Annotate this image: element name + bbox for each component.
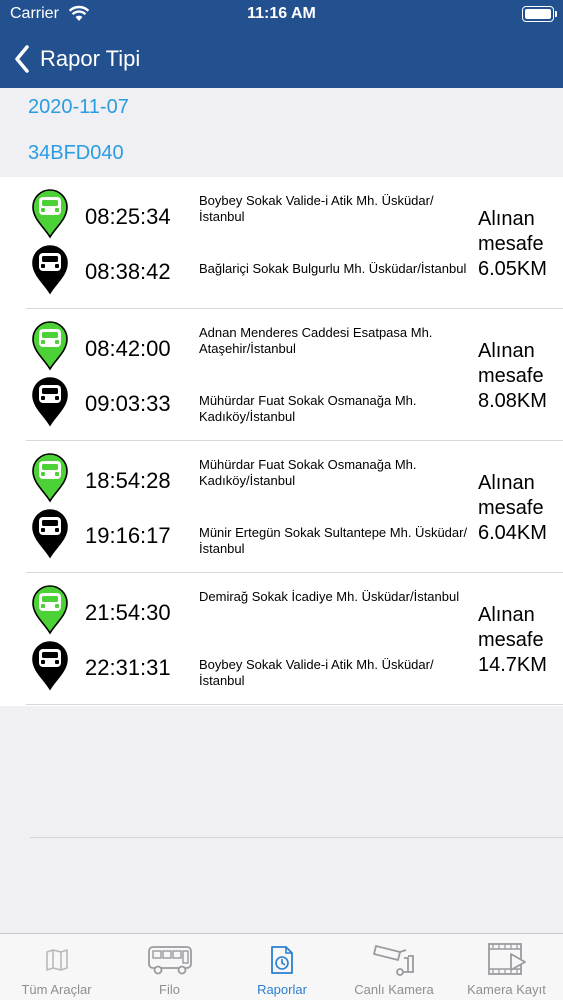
end-address: Bağlariçi Sokak Bulgurlu Mh. Üsküdar/İst… (199, 261, 467, 276)
end-time: 19:16:17 (85, 523, 171, 548)
chevron-left-icon (15, 45, 29, 73)
start-time: 08:42:00 (85, 336, 171, 361)
tab-kamera-kayit[interactable]: Kamera Kayıt (450, 934, 563, 1000)
start-time: 18:54:28 (85, 468, 171, 493)
tab-label: Kamera Kayıt (467, 982, 546, 997)
car-pin-black-icon (32, 509, 68, 559)
start-location-pin-icon (30, 189, 70, 239)
status-bar: Carrier 11:16 AM (0, 0, 563, 30)
battery-icon (522, 6, 557, 22)
end-location-pin-icon (30, 509, 70, 559)
page-title: Rapor Tipi (40, 46, 141, 71)
end-location-pin-icon (30, 641, 70, 691)
distance-label: Alınan mesafe (478, 208, 544, 255)
tab-canli-kamera[interactable]: Canlı Kamera (338, 934, 450, 1000)
distance-block: Alınan mesafe 6.05KM (478, 207, 563, 282)
car-pin-green-icon (32, 189, 68, 239)
tab-label: Canlı Kamera (354, 982, 434, 997)
trip-row[interactable]: 08:25:34 08:38:42 Boybey Sokak Valide-i At… (0, 177, 563, 309)
tab-label: Tüm Araçlar (21, 982, 92, 997)
trip-row[interactable]: 21:54:30 22:31:31 Demirağ Sokak İcadiye Mh… (0, 573, 563, 705)
distance-block: Alınan mesafe 8.08KM (478, 339, 563, 414)
end-time: 08:38:42 (85, 259, 171, 284)
back-button[interactable]: Rapor Tipi (14, 42, 174, 76)
start-location-pin-icon (30, 321, 70, 371)
video-file-icon (487, 942, 527, 978)
trip-row[interactable]: 18:54:28 19:16:17 Mühürdar Fuat Sokak Osma… (0, 441, 563, 573)
car-pin-black-icon (32, 377, 68, 427)
car-pin-black-icon (32, 245, 68, 295)
end-location-pin-icon (30, 377, 70, 427)
distance-label: Alınan mesafe (478, 604, 544, 651)
tab-label: Filo (159, 982, 180, 997)
tab-label: Raporlar (257, 982, 307, 997)
bus-icon (147, 942, 193, 978)
start-address: Boybey Sokak Valide-i Atik Mh. Üsküdar/İ… (199, 193, 434, 224)
start-location-pin-icon (30, 585, 70, 635)
end-address: Boybey Sokak Valide-i Atik Mh. Üsküdar/İ… (199, 657, 434, 688)
report-date: 2020-11-07 (28, 96, 129, 118)
start-address: Demirağ Sokak İcadiye Mh. Üsküdar/İstanb… (199, 589, 460, 604)
distance-block: Alınan mesafe 14.7KM (478, 603, 563, 678)
start-time: 21:54:30 (85, 600, 171, 625)
report-icon (269, 942, 295, 978)
start-address: Mühürdar Fuat Sokak Osmanağa Mh. Kadıköy… (199, 457, 417, 488)
trip-row[interactable]: 08:42:00 09:03:33 Adnan Menderes Caddesi E… (0, 309, 563, 441)
tab-tum-araclar[interactable]: Tüm Araçlar (0, 934, 113, 1000)
start-time: 08:25:34 (85, 204, 171, 229)
tab-raporlar[interactable]: Raporlar (226, 934, 338, 1000)
navigation-bar: Rapor Tipi (0, 30, 563, 88)
distance-label: Alınan mesafe (478, 472, 544, 519)
distance-value: 6.04KM (478, 522, 547, 544)
distance-block: Alınan mesafe 6.04KM (478, 471, 563, 546)
distance-value: 8.08KM (478, 390, 547, 412)
start-address: Adnan Menderes Caddesi Esatpasa Mh. Ataş… (199, 325, 433, 356)
end-time: 22:31:31 (85, 655, 171, 680)
end-time: 09:03:33 (85, 391, 171, 416)
start-location-pin-icon (30, 453, 70, 503)
distance-label: Alınan mesafe (478, 340, 544, 387)
tab-filo[interactable]: Filo (113, 934, 226, 1000)
trip-list: 08:25:34 08:38:42 Boybey Sokak Valide-i At… (0, 177, 563, 706)
status-time: 11:16 AM (247, 5, 316, 22)
map-icon (44, 942, 70, 978)
car-pin-green-icon (32, 321, 68, 371)
distance-value: 14.7KM (478, 654, 547, 676)
vehicle-plate: 34BFD040 (28, 142, 124, 164)
end-address: Münir Ertegün Sokak Sultantepe Mh. Üsküd… (199, 525, 468, 556)
divider (30, 837, 563, 838)
car-pin-green-icon (32, 453, 68, 503)
distance-value: 6.05KM (478, 258, 547, 280)
car-pin-black-icon (32, 641, 68, 691)
tab-bar: Tüm Araçlar Filo Raporlar Canlı Kamera K… (0, 933, 563, 1000)
car-pin-green-icon (32, 585, 68, 635)
end-location-pin-icon (30, 245, 70, 295)
end-address: Mühürdar Fuat Sokak Osmanağa Mh. Kadıköy… (199, 393, 417, 424)
security-camera-icon (370, 942, 418, 978)
